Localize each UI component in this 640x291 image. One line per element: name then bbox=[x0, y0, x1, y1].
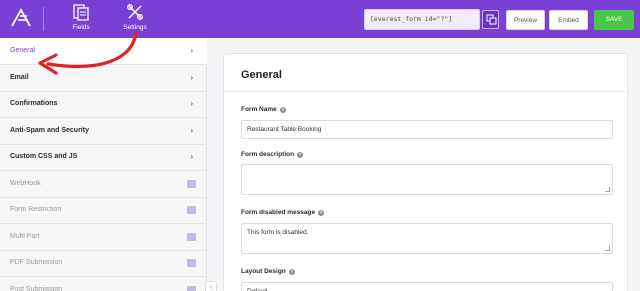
form-disabled-message-textarea[interactable]: This form is disabled. bbox=[241, 223, 613, 254]
form-description-label: Form description? bbox=[241, 151, 304, 158]
sidebar-item-email[interactable]: Email › bbox=[0, 65, 207, 92]
layout-design-label: Layout Design? bbox=[241, 268, 295, 275]
form-description-textarea[interactable] bbox=[241, 164, 613, 195]
settings-tab-label: Settings bbox=[123, 24, 147, 31]
everest-forms-logo-icon[interactable] bbox=[10, 7, 32, 29]
resize-handle-icon[interactable] bbox=[605, 246, 610, 251]
pro-lock-icon bbox=[187, 180, 196, 188]
sidebar-item-label: Form Restriction bbox=[10, 206, 62, 213]
shortcode-field[interactable]: [everest_form id="?"] bbox=[364, 9, 480, 30]
embed-button[interactable]: Embed bbox=[549, 10, 588, 30]
sidebar-item-label: Custom CSS and JS bbox=[10, 153, 78, 160]
form-name-field[interactable]: Restaurant Table Booking bbox=[241, 120, 613, 139]
help-icon[interactable]: ? bbox=[288, 269, 295, 275]
sidebar-item-webhook[interactable]: WebHook bbox=[0, 171, 207, 198]
chevron-right-icon: › bbox=[190, 73, 193, 82]
title-divider bbox=[224, 91, 629, 92]
help-icon[interactable]: ? bbox=[318, 210, 325, 216]
settings-tools-icon bbox=[127, 4, 143, 20]
fields-tab[interactable]: Fields bbox=[61, 3, 101, 31]
chevron-right-icon: › bbox=[190, 46, 193, 55]
settings-tab[interactable]: Settings bbox=[115, 3, 155, 31]
chevron-right-icon: › bbox=[190, 126, 193, 135]
topbar-divider bbox=[43, 7, 44, 31]
sidebar-item-confirmations[interactable]: Confirmations › bbox=[0, 91, 207, 118]
chevron-right-icon: › bbox=[190, 152, 193, 161]
chevron-right-icon: › bbox=[190, 99, 193, 108]
pro-lock-icon bbox=[187, 206, 196, 214]
builder-topbar: Fields Settings [everest_form id="?"] Pr… bbox=[0, 0, 640, 38]
layout-design-select[interactable]: Default bbox=[241, 282, 613, 291]
save-button[interactable]: SAVE bbox=[594, 10, 634, 30]
copy-shortcode-button[interactable] bbox=[482, 10, 499, 29]
sidebar-item-label: WebHook bbox=[10, 180, 41, 187]
collapse-sidebar-button[interactable]: ‹ bbox=[205, 281, 217, 291]
sidebar-item-multi-part[interactable]: Multi Part bbox=[0, 224, 207, 251]
pro-lock-icon bbox=[187, 259, 196, 267]
fields-tab-label: Fields bbox=[72, 24, 90, 31]
copy-icon bbox=[486, 14, 497, 25]
sidebar-item-label: Confirmations bbox=[10, 100, 58, 107]
sidebar-item-anti-spam[interactable]: Anti-Spam and Security › bbox=[0, 118, 207, 145]
sidebar-item-label: Multi Part bbox=[10, 233, 40, 240]
form-name-label: Form Name? bbox=[241, 106, 286, 113]
sidebar-item-pdf-submission[interactable]: PDF Submission bbox=[0, 250, 207, 277]
fields-icon bbox=[73, 4, 89, 21]
chevron-left-icon: ‹ bbox=[209, 284, 213, 291]
sidebar-item-label: PDF Submission bbox=[10, 259, 63, 266]
sidebar-item-label: Email bbox=[10, 74, 29, 81]
form-disabled-message-label: Form disabled message? bbox=[241, 209, 325, 216]
sidebar-item-general[interactable]: General › bbox=[0, 38, 207, 65]
sidebar-item-form-restriction[interactable]: Form Restriction bbox=[0, 197, 207, 224]
page-title: General bbox=[241, 69, 282, 81]
sidebar-item-post-submission[interactable]: Post Submission bbox=[0, 277, 207, 291]
pro-lock-icon bbox=[187, 233, 196, 241]
help-icon[interactable]: ? bbox=[279, 107, 286, 113]
sidebar-item-label: Anti-Spam and Security bbox=[10, 127, 89, 134]
settings-sidebar: General › Email › Confirmations › Anti-S… bbox=[0, 38, 207, 291]
preview-button[interactable]: Preview bbox=[506, 10, 545, 30]
general-settings-panel: General Form Name? Restaurant Table Book… bbox=[223, 53, 629, 291]
pro-lock-icon bbox=[187, 286, 196, 291]
sidebar-item-label: Post Submission bbox=[10, 286, 63, 291]
help-icon[interactable]: ? bbox=[297, 152, 304, 158]
sidebar-item-custom-css-js[interactable]: Custom CSS and JS › bbox=[0, 144, 207, 171]
sidebar-item-label: General bbox=[10, 47, 35, 54]
resize-handle-icon[interactable] bbox=[605, 187, 610, 192]
